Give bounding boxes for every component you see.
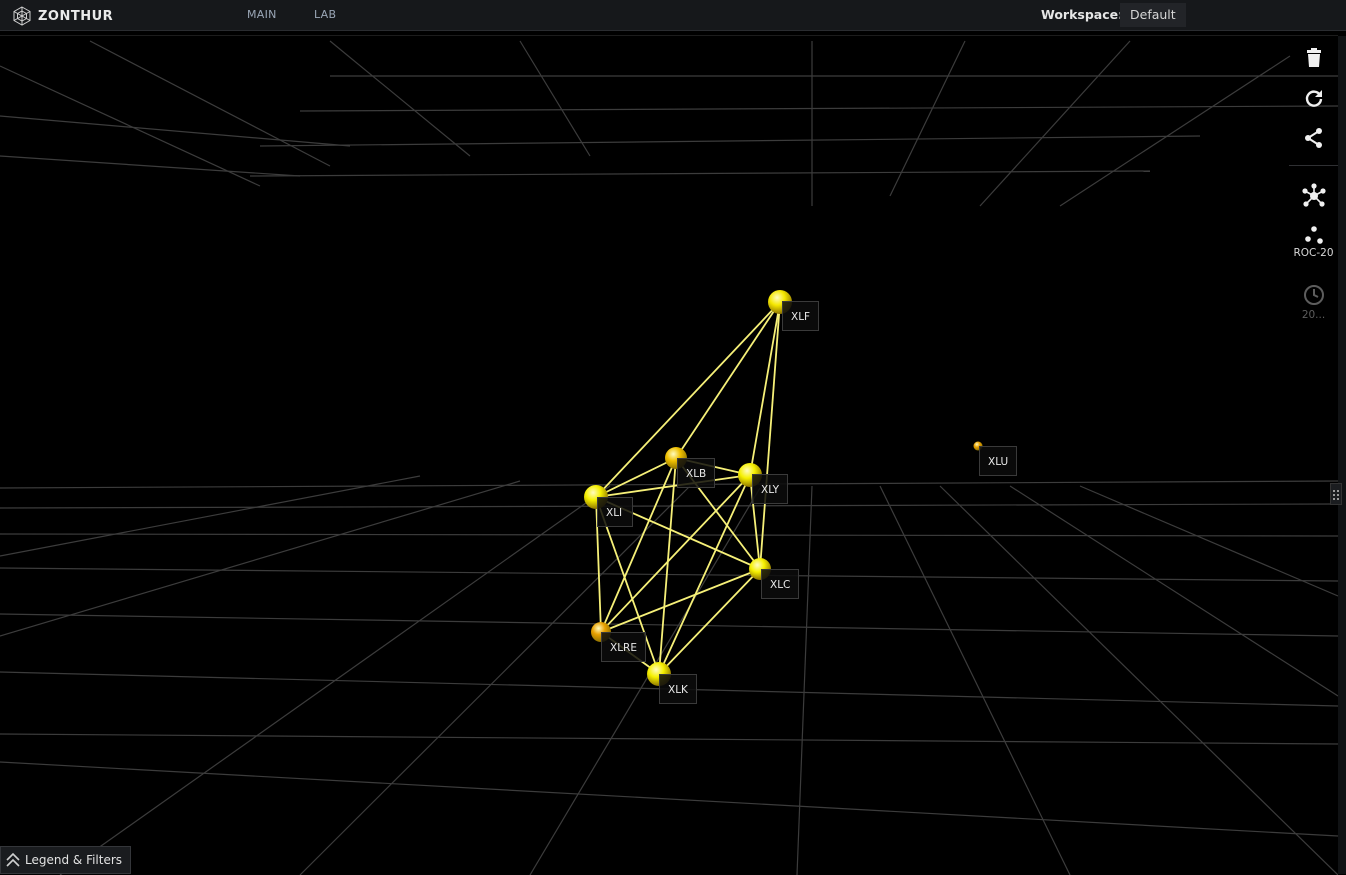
graph-edge-xlf-xlc — [759, 301, 781, 570]
node-label-xlre: XLRE — [601, 632, 646, 662]
workspace-selector[interactable]: Default — [1120, 3, 1186, 27]
app-name: ZONTHUR — [38, 8, 114, 24]
node-label-xlb: XLB — [677, 458, 716, 488]
cluster-caption: ROC-20 — [1293, 247, 1334, 259]
cluster-icon — [1304, 226, 1323, 244]
graph-edge-xlf-xlb — [675, 301, 781, 459]
network-layout-button[interactable] — [1289, 183, 1338, 209]
toolbar-divider — [1289, 165, 1338, 166]
right-toolbar: ROC-20 20... — [1289, 36, 1338, 376]
share-button[interactable] — [1289, 127, 1338, 149]
history-caption: 20... — [1301, 309, 1326, 321]
right-edge-strip — [1338, 36, 1346, 874]
top-bar: ZONTHUR MAIN LAB Workspace: Default — [0, 0, 1346, 31]
graph-edge-xlc-xlk — [658, 568, 761, 675]
graph-3d-viewport[interactable]: XLF XLB XLY XLI XLC XLRE XLK XLU — [0, 35, 1338, 875]
nav-main[interactable]: MAIN — [247, 8, 277, 21]
node-label-xli: XLI — [597, 497, 633, 527]
app-logo[interactable]: ZONTHUR — [12, 6, 113, 26]
network-layout-icon — [1301, 183, 1326, 207]
history-button[interactable]: 20... — [1289, 283, 1338, 321]
node-label-xlf: XLF — [782, 301, 820, 331]
side-panel-handle[interactable] — [1330, 483, 1342, 505]
refresh-icon — [1305, 90, 1322, 107]
share-icon — [1304, 128, 1322, 148]
graph-canvas[interactable] — [0, 36, 1338, 875]
node-label-xlu: XLU — [979, 446, 1018, 476]
clock-icon — [1303, 285, 1324, 305]
refresh-button[interactable] — [1289, 87, 1338, 109]
node-label-xlc: XLC — [761, 569, 800, 599]
legend-filters-button[interactable]: Legend & Filters — [0, 846, 132, 874]
trash-icon — [1306, 48, 1321, 67]
nav-lab[interactable]: LAB — [314, 8, 336, 21]
cluster-button[interactable]: ROC-20 — [1289, 225, 1338, 259]
node-label-xlk: XLK — [659, 674, 697, 704]
double-chevron-up-icon — [6, 852, 20, 867]
delete-button[interactable] — [1289, 47, 1338, 69]
legend-label: Legend & Filters — [25, 853, 123, 867]
grip-icon — [1333, 490, 1339, 500]
zonthur-logo-icon — [13, 6, 31, 26]
node-label-xly: XLY — [752, 474, 789, 504]
workspace-label: Workspace: — [1041, 7, 1124, 22]
